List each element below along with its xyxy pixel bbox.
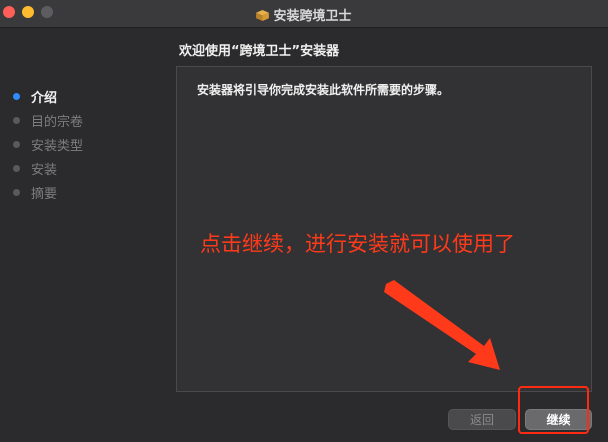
page-heading: 欢迎使用“跨境卫士”安装器 xyxy=(179,44,340,59)
step-indicator-dot xyxy=(13,164,20,172)
window-title-text: 安装跨境卫士 xyxy=(273,9,352,24)
annotation-arrow-icon xyxy=(384,280,500,370)
step-indicator-dot xyxy=(13,188,20,196)
step-indicator-dot xyxy=(13,92,20,100)
step-introduction: 介绍 xyxy=(13,84,83,108)
step-installation: 安装 xyxy=(13,156,83,180)
title-bar: 安装跨境卫士 xyxy=(0,0,608,28)
step-label: 目的宗卷 xyxy=(31,114,84,130)
step-label: 安装类型 xyxy=(31,138,84,154)
step-install-type: 安装类型 xyxy=(13,132,83,156)
package-icon xyxy=(256,10,270,21)
step-label: 安装 xyxy=(31,162,58,178)
continue-highlight-box xyxy=(518,386,589,434)
step-indicator-dot xyxy=(13,140,20,148)
back-button[interactable]: 返回 xyxy=(448,409,516,430)
step-label: 介绍 xyxy=(31,90,58,106)
step-label: 摘要 xyxy=(31,186,58,202)
step-destination: 目的宗卷 xyxy=(13,108,83,132)
intro-text: 安装器将引导你完成安装此软件所需要的步骤。 xyxy=(197,83,450,97)
step-summary: 摘要 xyxy=(13,180,83,204)
installer-steps: 介绍 目的宗卷 安装类型 安装 摘要 xyxy=(13,84,83,204)
window-title: 安装跨境卫士 xyxy=(0,5,608,24)
annotation-text: 点击继续，进行安装就可以使用了 xyxy=(200,232,515,256)
step-indicator-dot xyxy=(13,116,20,124)
